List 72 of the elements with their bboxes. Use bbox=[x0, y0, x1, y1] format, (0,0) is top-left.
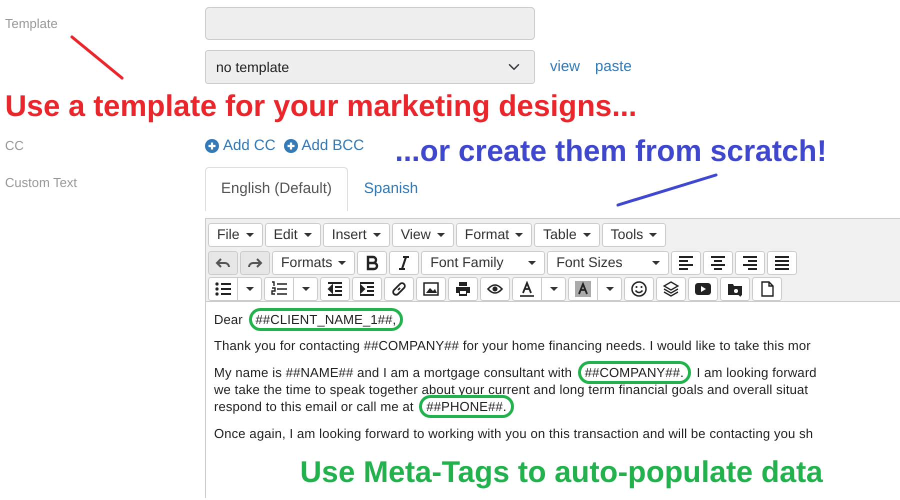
bold-icon bbox=[364, 254, 380, 270]
template-link[interactable]: view bbox=[550, 56, 580, 78]
toolbar-button[interactable] bbox=[389, 250, 420, 274]
font-select[interactable]: Font Sizes bbox=[547, 250, 670, 274]
input-field[interactable] bbox=[205, 7, 535, 40]
plus-icon bbox=[205, 139, 219, 153]
toolbar-button[interactable] bbox=[703, 250, 734, 274]
menu-button[interactable]: Format bbox=[456, 222, 532, 246]
toolbar-button[interactable] bbox=[735, 250, 766, 274]
toolbar-button[interactable] bbox=[752, 276, 782, 300]
numbered-list-icon bbox=[271, 280, 287, 296]
field-label: CC bbox=[4, 137, 25, 156]
menu-button[interactable]: Edit bbox=[264, 222, 321, 246]
link-icon bbox=[391, 280, 407, 296]
toolbar-button[interactable] bbox=[688, 276, 718, 300]
menu-button[interactable]: Tools bbox=[602, 222, 666, 246]
formats-menu[interactable]: Formats bbox=[272, 250, 356, 274]
annotation-text: Use Meta-Tags to auto-populate data bbox=[300, 458, 823, 488]
field-label: Custom Text bbox=[4, 174, 78, 192]
add-link[interactable]: Add BCC bbox=[284, 134, 364, 158]
justify-icon bbox=[774, 254, 790, 270]
plus-icon bbox=[284, 139, 298, 153]
paragraph-line: Once again, I am looking forward to working with you on this transaction and will be contacting you sh bbox=[214, 426, 814, 443]
menu-button[interactable]: Table bbox=[534, 222, 600, 246]
toolbar-button[interactable] bbox=[384, 276, 414, 300]
toolbar-button[interactable] bbox=[480, 276, 510, 300]
toolbar-button[interactable] bbox=[568, 276, 598, 300]
highlight-color-icon bbox=[575, 280, 591, 296]
toolbar-button[interactable] bbox=[320, 276, 350, 300]
paragraph-line: Thank you for contacting ##COMPANY## for your home financing needs. I would like to take this mor bbox=[214, 338, 812, 356]
paragraph-line: we take the time to speak together about your current and long term financial goals and overall situat bbox=[214, 382, 810, 400]
language-tab[interactable]: English (Default) bbox=[205, 167, 348, 210]
toolbar-button[interactable] bbox=[512, 276, 542, 300]
menu-button[interactable]: File bbox=[208, 222, 263, 246]
template-select[interactable]: no template bbox=[205, 50, 535, 84]
align-center-icon bbox=[710, 254, 726, 270]
dropdown-toggle-button[interactable] bbox=[598, 276, 622, 300]
add-link[interactable]: Add CC bbox=[205, 134, 276, 158]
dropdown-toggle-button[interactable] bbox=[294, 276, 318, 300]
toolbar-button[interactable] bbox=[720, 276, 750, 300]
video-icon bbox=[695, 280, 711, 296]
template-link[interactable]: paste bbox=[595, 56, 632, 78]
align-left-icon bbox=[678, 254, 694, 270]
image-icon bbox=[423, 280, 439, 296]
toolbar-button[interactable] bbox=[352, 276, 382, 300]
toolbar-button[interactable] bbox=[264, 276, 294, 300]
dropdown-toggle-button[interactable] bbox=[542, 276, 566, 300]
indent-icon bbox=[359, 280, 375, 296]
toolbar-button[interactable] bbox=[448, 276, 478, 300]
outdent-icon bbox=[327, 280, 343, 296]
text-color-icon bbox=[519, 280, 535, 296]
toolbar-button[interactable] bbox=[416, 276, 446, 300]
toolbar-button[interactable] bbox=[671, 250, 702, 274]
toolbar-button[interactable] bbox=[624, 276, 654, 300]
smiley-icon bbox=[631, 280, 647, 296]
font-select[interactable]: Font Family bbox=[421, 250, 546, 274]
annotation-text: Use a template for your marketing designs... bbox=[5, 92, 637, 122]
dropdown-toggle-button[interactable] bbox=[238, 276, 262, 300]
menu-button[interactable]: View bbox=[392, 222, 454, 246]
layers-icon bbox=[663, 280, 679, 296]
bullet-list-icon bbox=[215, 280, 231, 296]
print-icon bbox=[455, 280, 471, 296]
document-icon bbox=[759, 280, 775, 296]
field-label: Template bbox=[4, 15, 59, 33]
align-right-icon bbox=[742, 254, 758, 270]
toolbar-button[interactable] bbox=[357, 250, 388, 274]
toolbar-button[interactable] bbox=[767, 250, 798, 274]
toolbar-button[interactable] bbox=[656, 276, 686, 300]
language-tab[interactable]: Spanish bbox=[348, 167, 434, 210]
annotation-text: ...or create them from scratch! bbox=[395, 137, 827, 167]
menu-button[interactable]: Insert bbox=[322, 222, 390, 246]
toolbar-button[interactable] bbox=[208, 276, 238, 300]
